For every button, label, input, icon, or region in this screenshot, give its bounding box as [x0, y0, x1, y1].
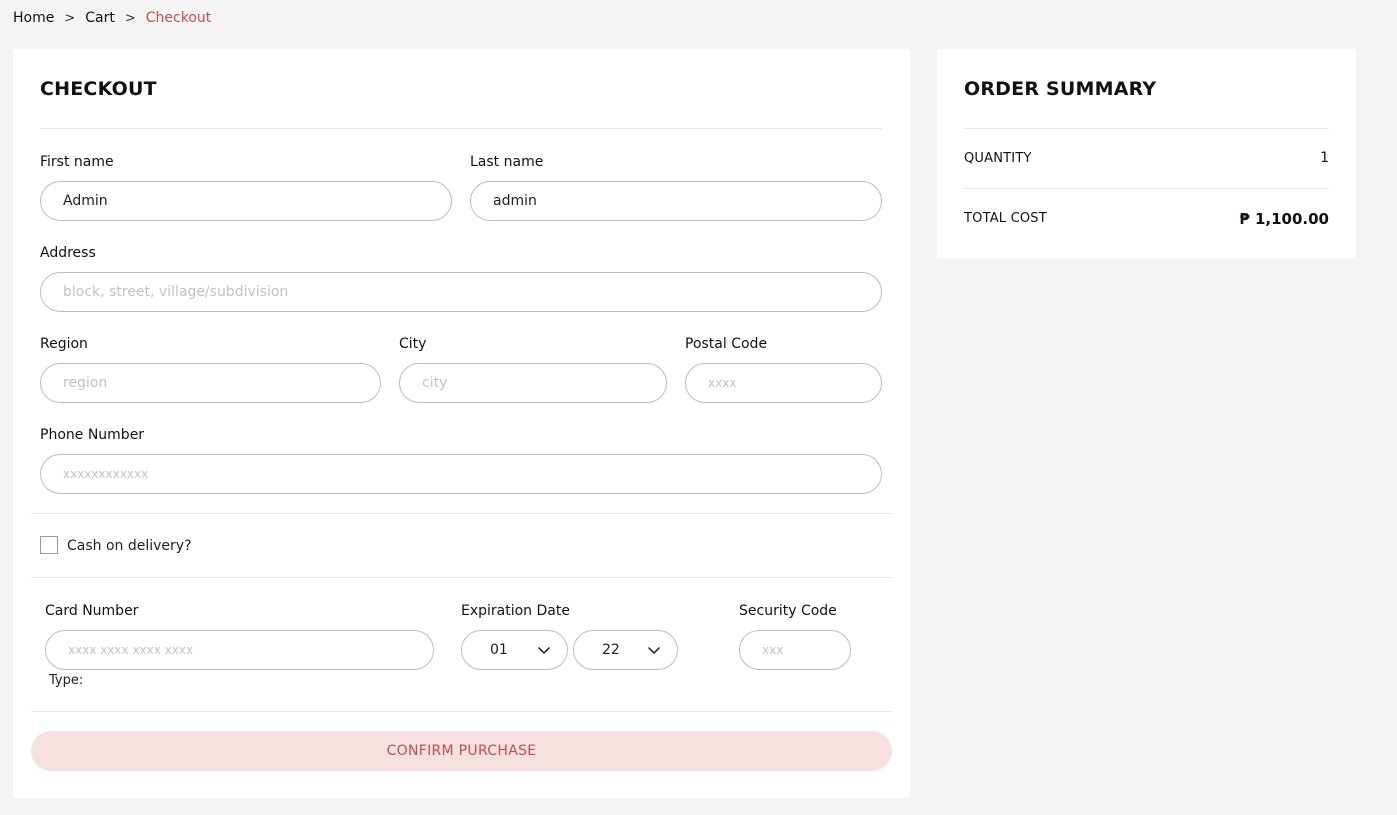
expiration-year-select[interactable]: 22 [573, 630, 678, 670]
breadcrumb: Home > Cart > Checkout [13, 10, 211, 26]
security-code-label: Security Code [739, 603, 837, 619]
city-input[interactable] [399, 363, 667, 403]
card-type-label: Type: [49, 673, 84, 688]
divider [31, 711, 892, 712]
divider [31, 577, 892, 578]
first-name-label: First name [40, 154, 114, 170]
expiration-month-select[interactable]: 01 [461, 630, 568, 670]
card-number-label: Card Number [45, 603, 139, 619]
breadcrumb-current: Checkout [145, 10, 212, 26]
address-label: Address [40, 245, 96, 261]
divider [964, 188, 1329, 189]
quantity-value: 1 [1320, 150, 1329, 166]
quantity-label: QUANTITY [964, 151, 1032, 166]
chevron-down-icon [538, 647, 550, 654]
order-summary-panel: ORDER SUMMARY QUANTITY 1 TOTAL COST ₱ 1,… [937, 49, 1356, 259]
phone-input[interactable] [40, 454, 882, 494]
security-code-input[interactable] [739, 630, 851, 670]
expiration-label: Expiration Date [461, 603, 570, 619]
last-name-input[interactable] [470, 181, 882, 221]
expiration-month-value: 01 [490, 642, 508, 658]
city-label: City [399, 336, 427, 352]
total-cost-value: ₱ 1,100.00 [1239, 210, 1329, 228]
cod-checkbox[interactable] [40, 536, 58, 554]
breadcrumb-cart[interactable]: Cart [85, 10, 115, 26]
chevron-right-icon: > [124, 10, 136, 26]
region-label: Region [40, 336, 88, 352]
card-number-input[interactable] [45, 630, 434, 670]
region-input[interactable] [40, 363, 381, 403]
phone-label: Phone Number [40, 427, 145, 443]
order-summary-title: ORDER SUMMARY [964, 78, 1157, 100]
chevron-down-icon [648, 647, 660, 654]
confirm-purchase-button[interactable]: CONFIRM PURCHASE [31, 731, 892, 771]
last-name-label: Last name [470, 154, 544, 170]
expiration-year-value: 22 [602, 642, 620, 658]
total-cost-label: TOTAL COST [964, 211, 1047, 226]
divider [40, 128, 882, 129]
checkout-title: CHECKOUT [40, 78, 157, 100]
chevron-right-icon: > [64, 10, 76, 26]
postal-code-input[interactable] [685, 363, 882, 403]
address-input[interactable] [40, 272, 882, 312]
first-name-input[interactable] [40, 181, 452, 221]
breadcrumb-home[interactable]: Home [13, 10, 54, 26]
checkout-panel: CHECKOUT First name Last name Address Re… [13, 49, 910, 798]
divider [964, 128, 1329, 129]
cod-label[interactable]: Cash on delivery? [67, 538, 192, 554]
postal-code-label: Postal Code [685, 336, 768, 352]
divider [31, 513, 892, 514]
